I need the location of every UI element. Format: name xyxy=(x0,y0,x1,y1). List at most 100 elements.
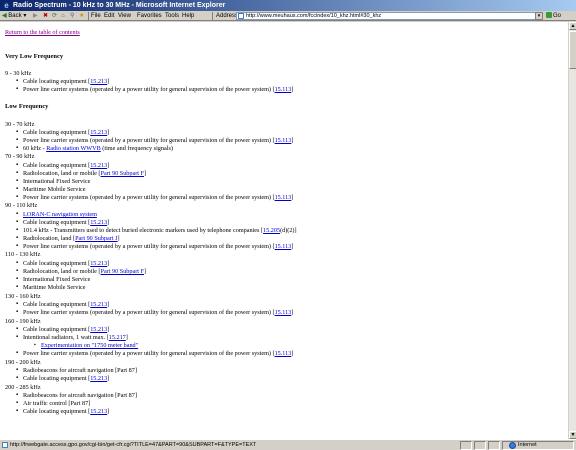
menu-edit[interactable]: Edit xyxy=(104,12,114,20)
ref-link[interactable]: 15.213 xyxy=(90,301,107,308)
ref-link[interactable]: 15.213 xyxy=(90,78,107,85)
list-item: Cable locating equipment [15.213] xyxy=(16,408,109,416)
ref-link[interactable]: 15.113 xyxy=(275,243,292,250)
go-button[interactable]: Go xyxy=(546,12,561,20)
band-label: 160 - 190 kHz xyxy=(5,318,41,325)
search-icon[interactable]: ⚲ xyxy=(70,12,74,20)
ref-link[interactable]: 15.213 xyxy=(90,162,107,169)
list-item: Maritime Mobile Service xyxy=(16,186,85,194)
menu-favorites[interactable]: Favorites xyxy=(137,12,162,20)
ref-link[interactable]: 15.113 xyxy=(275,194,292,201)
status-panel xyxy=(488,441,500,450)
list-item: Radiolocation, land or mobile [Part 90 S… xyxy=(16,170,146,178)
band-label: 130 - 160 kHz xyxy=(5,293,41,300)
back-label: Back xyxy=(8,13,22,19)
stop-icon[interactable]: ✖ xyxy=(43,12,48,20)
status-url: http://frwebgate.access.gpo.gov/cgi-bin/… xyxy=(10,442,257,448)
list-item: Radiolocation, land or mobile [Part 90 S… xyxy=(16,268,146,276)
band-label: 110 - 130 kHz xyxy=(5,251,41,258)
go-label: Go xyxy=(553,13,562,19)
list-item: LORAN-C navigation system xyxy=(16,211,97,219)
scroll-down-icon[interactable]: ▼ xyxy=(569,431,576,439)
part90f-link[interactable]: Part 90 Subpart F xyxy=(101,170,145,177)
back-to-toc-link[interactable]: Return to the table of contents xyxy=(5,29,80,37)
go-arrow-icon xyxy=(546,12,552,18)
band-label: 70 - 90 kHz xyxy=(5,153,35,160)
zone-label: Internet xyxy=(518,442,537,448)
favorites-icon[interactable]: ★ xyxy=(79,12,84,20)
back-button[interactable]: ◀ Back ▾ xyxy=(2,12,26,20)
address-label: Address xyxy=(216,13,239,19)
status-panel xyxy=(474,441,486,450)
window-title: Radio Spectrum - 10 kHz to 30 MHz - Micr… xyxy=(13,2,226,9)
ie-logo-icon: e xyxy=(4,1,9,10)
part90f-link[interactable]: Part 90 Subpart F xyxy=(101,268,145,275)
list-item: Power line carrier systems (operated by … xyxy=(16,309,293,317)
menu-tools[interactable]: Tools xyxy=(165,12,179,20)
vertical-scrollbar[interactable]: ▲ ▼ xyxy=(568,22,576,439)
toolbar: ◀ Back ▾ ▶ ✖ ⟳ ⌂ ⚲ ★ File Edit View Favo… xyxy=(0,11,576,21)
band-label: 90 - 110 kHz xyxy=(5,202,38,209)
toolbar-separator xyxy=(88,12,89,20)
menu-file[interactable]: File xyxy=(91,12,101,20)
list-item: Radiobeacons for aircraft navigation [Pa… xyxy=(16,392,137,400)
experimentation-link[interactable]: Experimentation on "1750 meter band" xyxy=(41,342,138,349)
vlf-heading: Very Low Frequency xyxy=(5,53,64,60)
address-value: http://www.meuhaus.com/fccindex/10_khz.h… xyxy=(246,13,382,19)
list-item: Power line carrier systems (operated by … xyxy=(16,194,293,202)
list-item: Intentional radiators, 1 watt max. [15.2… xyxy=(16,334,128,342)
ref-link[interactable]: 15.113 xyxy=(275,86,292,93)
scroll-up-icon[interactable]: ▲ xyxy=(569,22,576,30)
list-item: Cable locating equipment [15.213] xyxy=(16,78,109,86)
list-item: 60 kHz - Radio station WWVB (time and fr… xyxy=(16,145,173,153)
scroll-thumb[interactable] xyxy=(569,31,576,69)
forward-button[interactable]: ▶ xyxy=(33,12,38,20)
status-panel xyxy=(460,441,472,450)
list-item: Cable locating equipment [15.213] xyxy=(16,162,109,170)
back-arrow-icon: ◀ xyxy=(2,13,7,19)
ref-link[interactable]: 15.213 xyxy=(90,129,107,136)
refresh-icon[interactable]: ⟳ xyxy=(52,12,57,20)
list-item: Radiobeacons for aircraft navigation [Pa… xyxy=(16,367,137,375)
list-item: Radiolocation, land [Part 90 Subpart J] xyxy=(16,235,120,243)
menu-help[interactable]: Help xyxy=(182,12,194,20)
list-item: 101.4 kHz - Transmitters used to detect … xyxy=(16,227,297,235)
loranc-link[interactable]: LORAN-C navigation system xyxy=(23,211,97,218)
address-input[interactable]: http://www.meuhaus.com/fccindex/10_khz.h… xyxy=(236,12,536,20)
band-label: 9 - 30 kHz xyxy=(5,70,32,77)
ref-link[interactable]: 15.217 xyxy=(109,334,126,341)
ref-link[interactable]: 15.213 xyxy=(90,408,107,415)
list-item: Power line carrier systems (operated by … xyxy=(16,137,293,145)
page-content: Return to the table of contents Very Low… xyxy=(0,22,568,439)
list-item: Cable locating equipment [15.213] xyxy=(16,326,109,334)
list-item: Cable locating equipment [15.213] xyxy=(16,129,109,137)
ref-link[interactable]: 15.213 xyxy=(90,260,107,267)
list-item: Cable locating equipment [15.213] xyxy=(16,219,109,227)
ref-link[interactable]: 15.113 xyxy=(275,309,292,316)
page-icon xyxy=(238,13,244,19)
list-subitem: Experimentation on "1750 meter band" xyxy=(34,342,138,350)
internet-globe-icon xyxy=(509,442,516,449)
ref-link[interactable]: 15.113 xyxy=(275,350,292,357)
status-bar: http://frwebgate.access.gpo.gov/cgi-bin/… xyxy=(0,439,576,450)
ref-link[interactable]: 15.213 xyxy=(90,326,107,333)
address-dropdown-icon[interactable]: ▾ xyxy=(535,12,543,20)
ref-link[interactable]: 15.213 xyxy=(90,375,107,382)
list-item: International Fixed Service xyxy=(16,178,90,186)
page-icon xyxy=(2,442,8,448)
ref-link[interactable]: 15.213 xyxy=(90,219,107,226)
toolbar-separator xyxy=(212,12,213,20)
list-item: Power line carrier systems (operated by … xyxy=(16,86,293,94)
part90j-link[interactable]: Part 90 Subpart J xyxy=(75,235,117,242)
band-label: 30 - 70 kHz xyxy=(5,121,35,128)
list-item: Cable locating equipment [15.213] xyxy=(16,260,109,268)
list-item: Power line carrier systems (operated by … xyxy=(16,243,293,251)
home-icon[interactable]: ⌂ xyxy=(61,12,65,20)
list-item: Cable locating equipment [15.213] xyxy=(16,375,109,383)
menu-view[interactable]: View xyxy=(118,12,131,20)
back-dropdown-icon[interactable]: ▾ xyxy=(23,13,26,19)
ref-link[interactable]: 15.205 xyxy=(263,227,280,234)
band-label: 200 - 285 kHz xyxy=(5,384,41,391)
wwvb-link[interactable]: Radio station WWVB xyxy=(46,145,101,152)
ref-link[interactable]: 15.113 xyxy=(275,137,292,144)
